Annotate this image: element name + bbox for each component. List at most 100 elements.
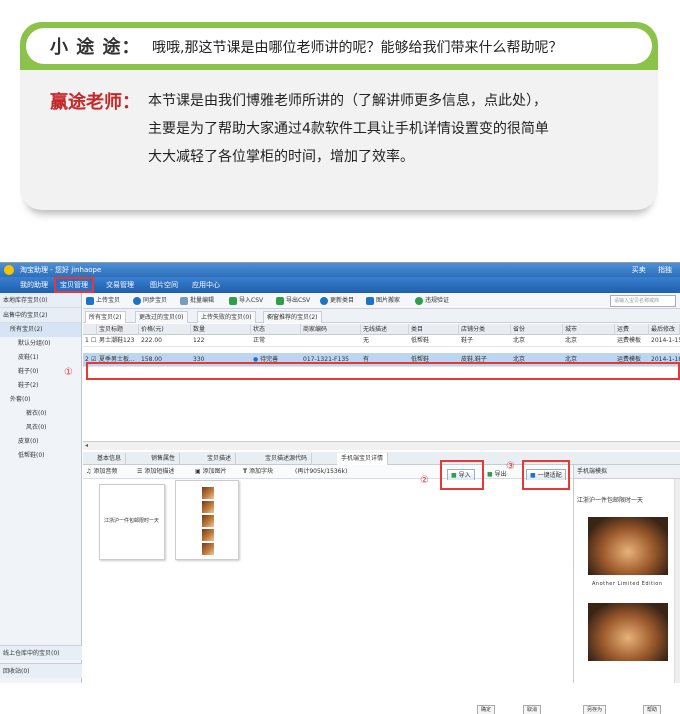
sidebar-online-warehouse[interactable]: 线上仓库中的宝贝(0) bbox=[0, 645, 82, 660]
preview-caption: Another Limited Edition bbox=[592, 581, 663, 587]
mobile-preview-title: 手机端模拟 bbox=[574, 465, 680, 479]
editor-toolbar: ♫ 添加音频 ☰ 添加短描述 ▣ 添加图片 T 添加字块 (再计905k/153… bbox=[83, 465, 573, 481]
column-title[interactable]: 宝贝标题 bbox=[97, 324, 139, 335]
shoe-image bbox=[202, 487, 214, 499]
preview-scrollbar[interactable] bbox=[674, 479, 680, 683]
text-block-thumb[interactable]: 江浙沪一件包邮限时一天 bbox=[99, 484, 165, 560]
column-category[interactable]: 类目 bbox=[409, 324, 459, 335]
help-button[interactable]: 帮助 bbox=[643, 705, 662, 714]
sidebar-on-sale[interactable]: 出售中的宝贝(2) bbox=[0, 308, 81, 323]
sidebar-local-stock[interactable]: 本地库存宝贝(0) bbox=[0, 293, 81, 308]
add-audio-button[interactable]: ♫ 添加音频 bbox=[86, 467, 117, 477]
nav-trade-management[interactable]: 交易管理 bbox=[106, 277, 134, 293]
add-short-desc-button[interactable]: ☰ 添加短描述 bbox=[137, 467, 174, 477]
sync-icon bbox=[133, 296, 141, 305]
sidebar-item-fur[interactable]: 皮草(0) bbox=[0, 435, 81, 449]
upload-icon bbox=[86, 296, 94, 305]
picture-icon: ▣ bbox=[195, 468, 201, 475]
sidebar-item-default[interactable]: 默认分组(0) bbox=[0, 337, 81, 351]
title-bar: 淘宝助理 - 您好 jinhaope 买卖 指独 bbox=[0, 263, 680, 277]
table-row[interactable]: 1 ☐ 男士潮鞋123 222.00 122 正常 无 低帮鞋 鞋子 北京 北京… bbox=[83, 335, 680, 347]
tab-upload-failed[interactable]: 上传失败的宝贝(0) bbox=[197, 311, 256, 323]
check-icon bbox=[415, 296, 423, 305]
capacity-info: (再计905k/1536k) bbox=[295, 468, 348, 475]
tab-all-items[interactable]: 所有宝贝(2) bbox=[85, 311, 126, 323]
nav-item-management[interactable]: 宝贝管理 bbox=[54, 277, 94, 293]
export-icon bbox=[276, 296, 284, 305]
sidebar-item-sweater[interactable]: 裤衣(0) bbox=[0, 407, 81, 421]
answer-line-2: 主要是为了帮助大家通过4款软件工具让手机详情设置变的很简单 bbox=[148, 121, 549, 137]
sync-item-button[interactable]: 同步宝贝 bbox=[133, 296, 167, 306]
scroll-left-icon[interactable]: ◂ bbox=[85, 442, 88, 449]
horizontal-scrollbar[interactable]: ◂ bbox=[83, 441, 680, 450]
column-city[interactable]: 城市 bbox=[563, 324, 615, 335]
tab-changed-items[interactable]: 更改过的宝贝(0) bbox=[135, 311, 188, 323]
cancel-button[interactable]: 取消 bbox=[523, 705, 542, 714]
taobao-assistant-window: 淘宝助理 - 您好 jinhaope 买卖 指独 我的助理 宝贝管理 交易管理 … bbox=[0, 262, 680, 714]
mobile-detail-editor[interactable]: 江浙沪一件包邮限时一天 bbox=[83, 480, 573, 683]
column-merchant-code[interactable]: 商家编码 bbox=[301, 324, 361, 335]
image-block-thumb[interactable] bbox=[175, 480, 239, 560]
sidebar-item-windbreaker[interactable]: 风衣(0) bbox=[0, 421, 81, 435]
column-index bbox=[83, 324, 97, 335]
column-province[interactable]: 省份 bbox=[511, 324, 563, 335]
nav-image-space[interactable]: 图片空间 bbox=[150, 277, 178, 293]
tab-sales-attrs[interactable]: 销售属性 bbox=[147, 453, 181, 465]
column-status[interactable]: 状态 bbox=[251, 324, 301, 335]
tab-item-desc[interactable]: 宝贝描述 bbox=[203, 453, 237, 465]
batch-edit-button[interactable]: 批量编辑 bbox=[180, 296, 214, 306]
export-csv-button[interactable]: 导出CSV bbox=[276, 296, 310, 306]
edit-icon bbox=[180, 296, 188, 305]
column-shop-category[interactable]: 店铺分类 bbox=[459, 324, 511, 335]
title-right-label[interactable]: 买卖 bbox=[632, 266, 646, 274]
ok-button[interactable]: 确定 bbox=[477, 705, 496, 714]
update-category-button[interactable]: 更新类目 bbox=[320, 296, 354, 306]
nav-my-assistant[interactable]: 我的助理 bbox=[20, 277, 48, 293]
search-input[interactable]: 请输入宝贝名称或商 bbox=[610, 295, 676, 307]
column-quantity[interactable]: 数量 bbox=[191, 324, 251, 335]
sidebar-recycle-bin[interactable]: 回收站(0) bbox=[0, 663, 82, 678]
sidebar-item-low-top[interactable]: 低帮鞋(0) bbox=[0, 449, 81, 463]
marker-1: ① bbox=[64, 367, 73, 378]
sidebar-item-all[interactable]: 所有宝贝(2) bbox=[0, 323, 81, 337]
marker-3: ③ bbox=[506, 461, 515, 472]
answer-line-1: 本节课是由我们博雅老师所讲的（了解讲师更多信息，点此处）， bbox=[148, 93, 547, 109]
tab-basic-info[interactable]: 基本信息 bbox=[93, 453, 127, 465]
tab-window-recommend[interactable]: 橱窗推荐的宝贝(2) bbox=[263, 311, 322, 323]
export-button[interactable]: ■ 导出 bbox=[487, 470, 507, 480]
text-icon: T bbox=[243, 468, 248, 475]
question-text: 哦哦,那这节课是由哪位老师讲的呢？能够给我们带来什么帮助呢？ bbox=[152, 40, 563, 56]
column-freight[interactable]: 运费 bbox=[615, 324, 649, 335]
preview-shoe-image bbox=[588, 517, 668, 575]
nav-app-center[interactable]: 应用中心 bbox=[192, 277, 220, 293]
sidebar-item-shoes-b[interactable]: 鞋子(2) bbox=[0, 379, 81, 393]
column-wireless-desc[interactable]: 无线描述 bbox=[361, 324, 409, 335]
selected-row-highlight bbox=[86, 362, 680, 380]
violation-check-button[interactable]: 违规验证 bbox=[415, 296, 449, 306]
tab-desc-source[interactable]: 宝贝描述源代码 bbox=[261, 453, 313, 465]
image-move-button[interactable]: 图片搬家 bbox=[366, 296, 400, 306]
sidebar-item-leather-shoes[interactable]: 皮鞋(1) bbox=[0, 351, 81, 365]
sidebar-item-coats[interactable]: 外套(0) bbox=[0, 393, 81, 407]
sidebar: 本地库存宝贝(0) 出售中的宝贝(2) 所有宝贝(2) 默认分组(0) 皮鞋(1… bbox=[0, 293, 82, 683]
shoe-image bbox=[202, 543, 214, 555]
image-icon bbox=[366, 296, 374, 305]
column-price[interactable]: 价格(元) bbox=[139, 324, 191, 335]
mobile-preview: 手机端模拟 江浙沪一件包邮限时一天 Another Limited Editio… bbox=[573, 465, 680, 683]
upload-item-button[interactable]: 上传宝贝 bbox=[86, 296, 120, 306]
add-text-block-button[interactable]: T 添加字块 bbox=[243, 467, 273, 477]
row-checkbox[interactable]: ☐ bbox=[89, 335, 97, 347]
save-as-button[interactable]: 另存为 bbox=[583, 705, 607, 714]
main-panel: 上传宝贝 同步宝贝 批量编辑 导入CSV 导出CSV 更新类目 图片搬家 违规验… bbox=[83, 293, 680, 714]
import-csv-button[interactable]: 导入CSV bbox=[229, 296, 263, 306]
tab-mobile-detail[interactable]: 手机端宝贝详情 bbox=[337, 453, 389, 465]
app-logo-icon bbox=[4, 265, 14, 275]
shoe-image bbox=[202, 501, 214, 513]
add-image-button[interactable]: ▣ 添加图片 bbox=[195, 467, 227, 477]
list-icon: ☰ bbox=[137, 468, 143, 475]
detail-tabs: 基本信息 销售属性 宝贝描述 宝贝描述源代码 手机端宝贝详情 bbox=[83, 452, 680, 465]
column-modified[interactable]: 最后修改 bbox=[649, 324, 680, 335]
item-subtabs: 所有宝贝(2) 更改过的宝贝(0) 上传失败的宝贝(0) 橱窗推荐的宝贝(2) bbox=[83, 309, 680, 323]
grid-header: 宝贝标题 价格(元) 数量 状态 商家编码 无线描述 类目 店铺分类 省份 城市… bbox=[83, 324, 680, 335]
title-right-label-2[interactable]: 指独 bbox=[658, 266, 672, 274]
